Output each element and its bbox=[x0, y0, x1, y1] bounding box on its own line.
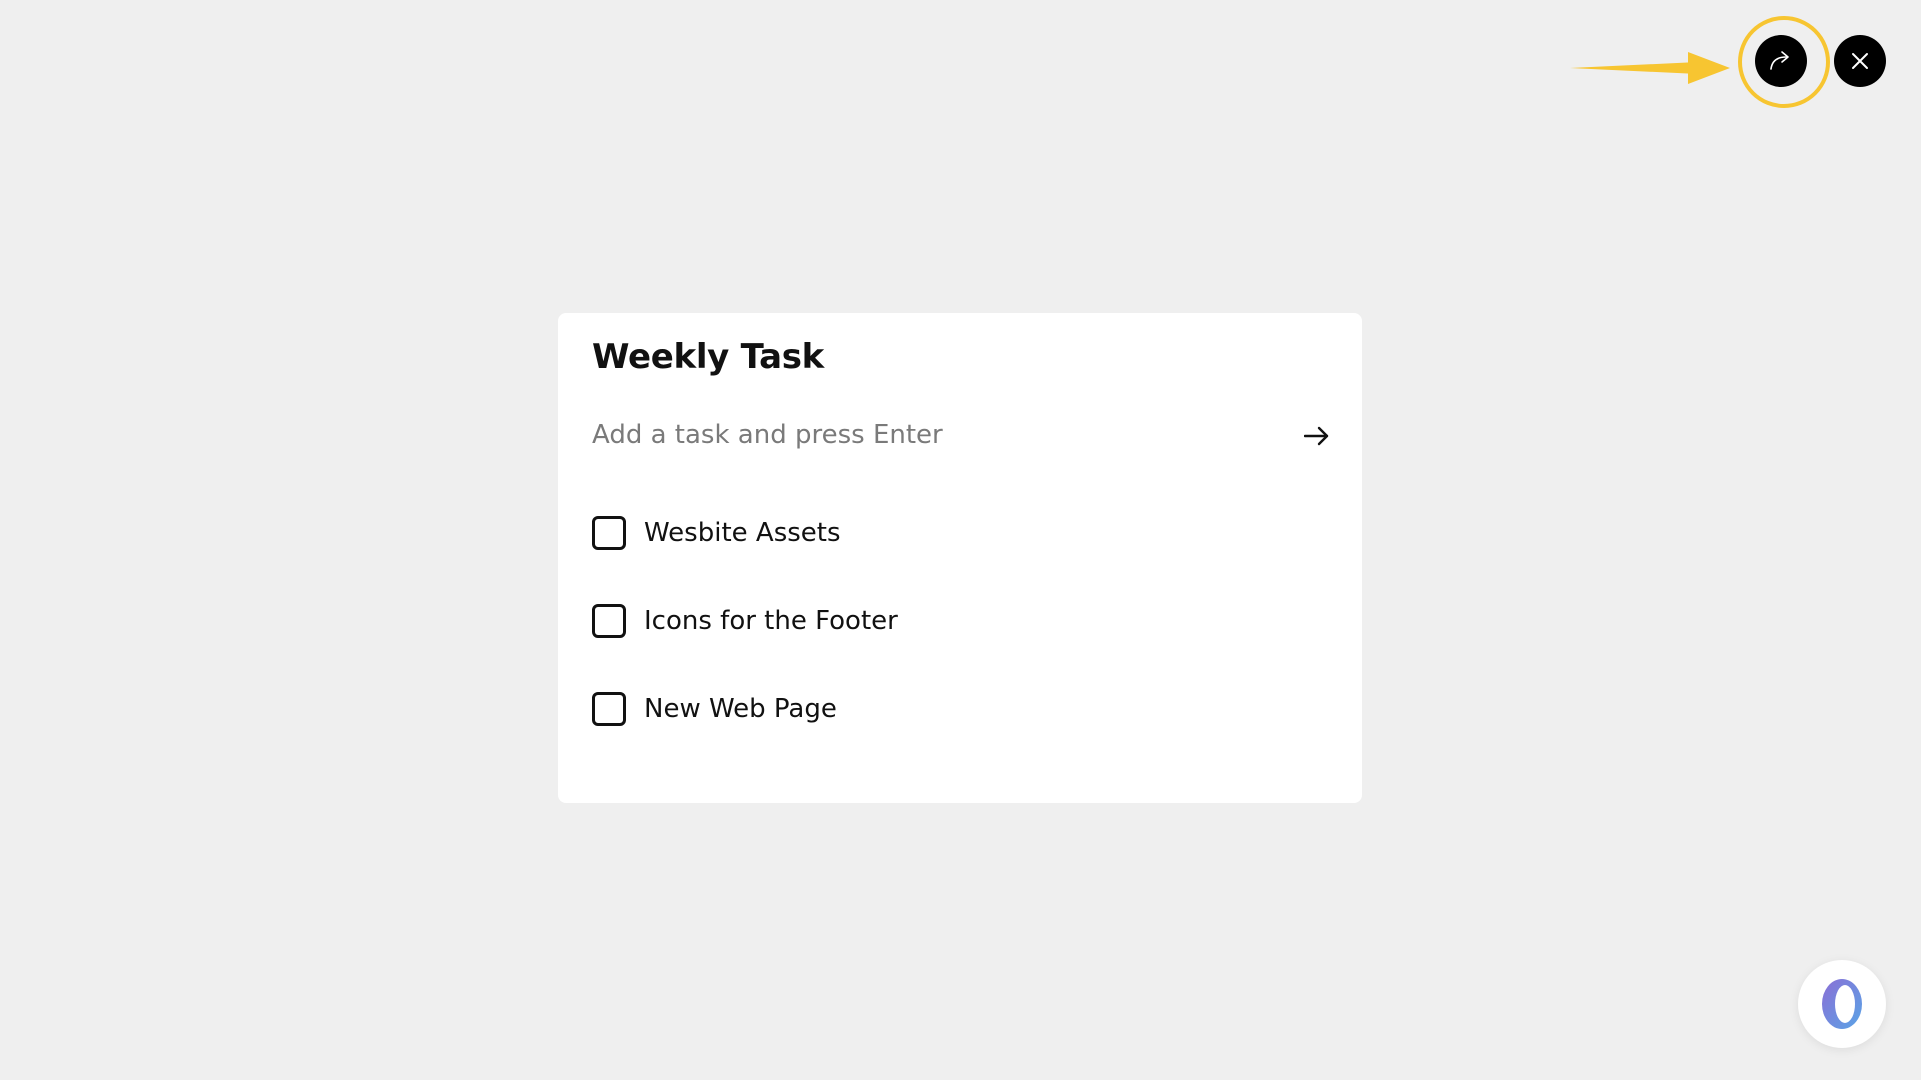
card-title: Weekly Task bbox=[592, 337, 824, 377]
task-checkbox[interactable] bbox=[592, 692, 626, 726]
task-item: Icons for the Footer bbox=[592, 601, 898, 641]
task-item: Wesbite Assets bbox=[592, 513, 898, 553]
assistant-logo-icon bbox=[1822, 979, 1862, 1029]
share-forward-icon bbox=[1770, 51, 1789, 70]
close-icon bbox=[1852, 53, 1868, 69]
task-checkbox[interactable] bbox=[592, 604, 626, 638]
task-label: New Web Page bbox=[644, 694, 837, 724]
task-label: Wesbite Assets bbox=[644, 518, 841, 548]
arrow-right-icon bbox=[1304, 426, 1329, 446]
submit-task-button[interactable] bbox=[1302, 421, 1332, 451]
weekly-task-card: Weekly Task Wesbite Assets Icons for the… bbox=[558, 313, 1362, 803]
task-label: Icons for the Footer bbox=[644, 606, 898, 636]
task-item: New Web Page bbox=[592, 689, 898, 729]
add-task-input[interactable] bbox=[592, 413, 1272, 457]
annotation-arrow bbox=[1570, 52, 1730, 84]
assistant-button[interactable] bbox=[1798, 960, 1886, 1048]
share-button[interactable] bbox=[1755, 35, 1807, 87]
task-list: Wesbite Assets Icons for the Footer New … bbox=[592, 513, 898, 777]
task-checkbox[interactable] bbox=[592, 516, 626, 550]
close-button[interactable] bbox=[1834, 35, 1886, 87]
